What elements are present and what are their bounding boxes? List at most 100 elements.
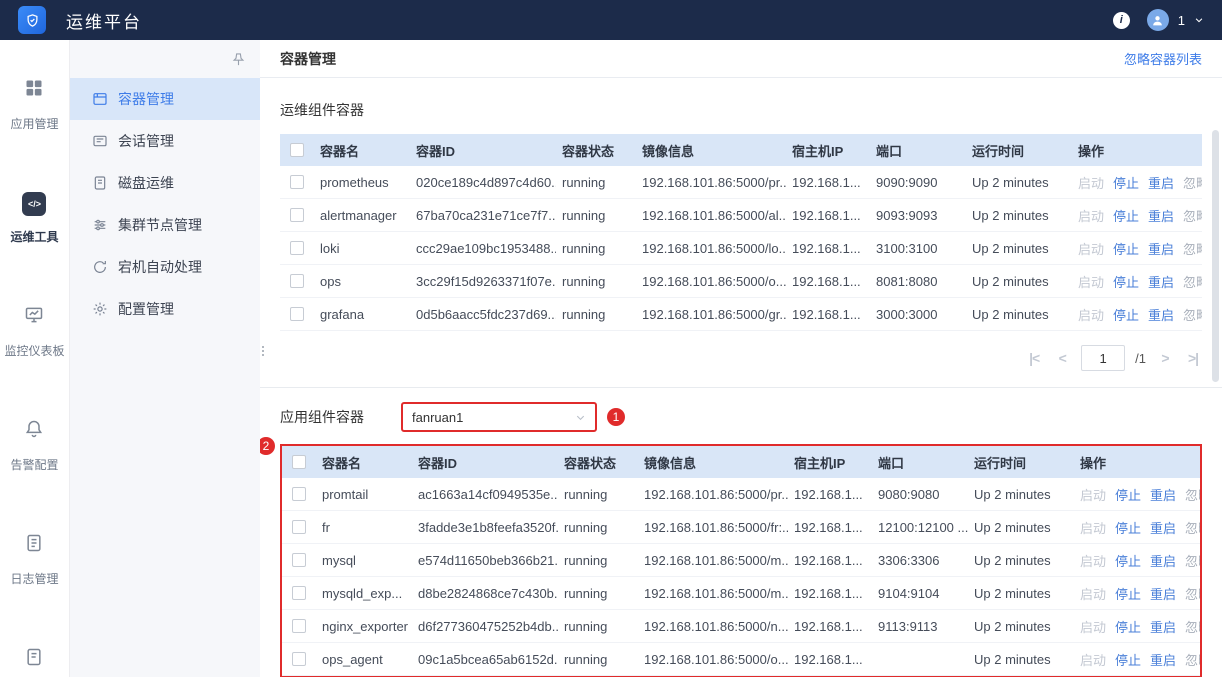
app-components-section: 应用组件容器 fanruan1 1 2 容器名 容器ID 容器状态 镜像信息 宿主机IP…: [260, 402, 1222, 677]
page-input[interactable]: [1081, 345, 1126, 371]
next-page-button[interactable]: >: [1156, 350, 1174, 366]
row-checkbox[interactable]: [292, 619, 306, 633]
action-ignore-link[interactable]: 忽略: [1185, 551, 1200, 570]
action-start-link[interactable]: 启动: [1080, 617, 1106, 636]
cell-id: d8be2824868ce7c430b...: [418, 585, 558, 601]
action-restart-link[interactable]: 重启: [1150, 650, 1176, 669]
submenu-item-cluster-node-management[interactable]: 集群节点管理: [70, 204, 260, 246]
action-restart-link[interactable]: 重启: [1150, 485, 1176, 504]
action-start-link[interactable]: 启动: [1080, 584, 1106, 603]
sidebar-item-log-management[interactable]: 日志管理: [10, 533, 59, 587]
prev-page-button[interactable]: <: [1053, 350, 1071, 366]
cell-id: 020ce189c4d897c4d60...: [416, 174, 556, 190]
action-restart-link[interactable]: 重启: [1148, 239, 1174, 258]
action-ignore-link[interactable]: 忽略: [1183, 239, 1202, 258]
action-restart-link[interactable]: 重启: [1148, 272, 1174, 291]
action-ignore-link[interactable]: 忽略: [1185, 584, 1200, 603]
cell-uptime: Up 2 minutes: [974, 585, 1051, 601]
action-stop-link[interactable]: 停止: [1115, 617, 1141, 636]
sidebar-item-label: 监控仪表板: [4, 344, 65, 358]
row-checkbox[interactable]: [292, 520, 306, 534]
action-ignore-link[interactable]: 忽略: [1183, 272, 1202, 291]
action-stop-link[interactable]: 停止: [1115, 551, 1141, 570]
first-page-button[interactable]: |<: [1025, 350, 1043, 366]
action-ignore-link[interactable]: 忽略: [1183, 305, 1202, 324]
panel-resize-handle[interactable]: [260, 346, 265, 356]
submenu-item-config-management[interactable]: 配置管理: [70, 288, 260, 330]
action-ignore-link[interactable]: 忽略: [1185, 518, 1200, 537]
auto-refresh-icon: [92, 259, 108, 275]
action-start-link[interactable]: 启动: [1078, 272, 1104, 291]
section-title: 运维组件容器: [280, 102, 364, 118]
action-start-link[interactable]: 启动: [1078, 305, 1104, 324]
action-start-link[interactable]: 启动: [1078, 206, 1104, 225]
row-checkbox[interactable]: [290, 274, 304, 288]
action-stop-link[interactable]: 停止: [1113, 206, 1139, 225]
column-header: 运行时间: [972, 143, 1025, 159]
submenu-item-session-management[interactable]: 会话管理: [70, 120, 260, 162]
action-start-link[interactable]: 启动: [1080, 485, 1106, 504]
action-ignore-link[interactable]: 忽略: [1183, 173, 1202, 192]
action-restart-link[interactable]: 重启: [1148, 173, 1174, 192]
action-stop-link[interactable]: 停止: [1115, 650, 1141, 669]
action-ignore-link[interactable]: 忽略: [1183, 206, 1202, 225]
scrollbar-thumb[interactable]: [1212, 130, 1219, 382]
action-stop-link[interactable]: 停止: [1113, 305, 1139, 324]
submenu-item-downtime-auto-handling[interactable]: 宕机自动处理: [70, 246, 260, 288]
select-all-checkbox[interactable]: [290, 143, 304, 157]
sidebar-item-ops-tools[interactable]: </> 运维工具: [10, 192, 59, 245]
page-title: 容器管理: [280, 50, 336, 67]
cell-actions: 启动停止重启忽略: [1072, 206, 1202, 225]
action-restart-link[interactable]: 重启: [1150, 518, 1176, 537]
action-stop-link[interactable]: 停止: [1113, 173, 1139, 192]
action-start-link[interactable]: 启动: [1080, 650, 1106, 669]
submenu-item-container-management[interactable]: 容器管理: [70, 78, 260, 120]
row-checkbox[interactable]: [292, 652, 306, 666]
action-restart-link[interactable]: 重启: [1148, 206, 1174, 225]
info-icon[interactable]: i: [1112, 11, 1130, 29]
sidebar-item-alert-config[interactable]: 告警配置: [10, 419, 59, 473]
action-restart-link[interactable]: 重启: [1150, 584, 1176, 603]
sidebar-item-monitoring-dashboard[interactable]: 监控仪表板: [4, 305, 65, 359]
action-ignore-link[interactable]: 忽略: [1185, 650, 1200, 669]
ignore-container-list-link[interactable]: 忽略容器列表: [1124, 49, 1202, 68]
row-checkbox[interactable]: [292, 487, 306, 501]
chevron-down-icon[interactable]: [1194, 15, 1204, 25]
action-stop-link[interactable]: 停止: [1115, 518, 1141, 537]
action-start-link[interactable]: 启动: [1080, 518, 1106, 537]
action-start-link[interactable]: 启动: [1080, 551, 1106, 570]
action-stop-link[interactable]: 停止: [1113, 272, 1139, 291]
sidebar-item-feedback[interactable]: 问题反馈: [10, 647, 58, 677]
sidebar-item-app-management[interactable]: 应用管理: [10, 78, 59, 132]
cell-status: running: [564, 519, 608, 535]
action-start-link[interactable]: 启动: [1078, 173, 1104, 192]
action-restart-link[interactable]: 重启: [1148, 305, 1174, 324]
sidebar-item-label: 日志管理: [10, 572, 59, 586]
select-all-checkbox[interactable]: [292, 455, 306, 469]
row-checkbox[interactable]: [290, 208, 304, 222]
last-page-button[interactable]: >|: [1184, 350, 1202, 366]
row-checkbox[interactable]: [292, 586, 306, 600]
action-start-link[interactable]: 启动: [1078, 239, 1104, 258]
avatar[interactable]: [1146, 9, 1169, 31]
column-header: 镜像信息: [642, 143, 695, 159]
content-scrollbar[interactable]: [1212, 82, 1219, 673]
table-row: fr 3fadde3e1b8feefa3520f... running 192.168…: [282, 511, 1200, 544]
action-stop-link[interactable]: 停止: [1113, 239, 1139, 258]
app-logo: [18, 6, 46, 34]
sidebar-item-label: 运维工具: [10, 230, 59, 244]
row-checkbox[interactable]: [290, 307, 304, 321]
row-checkbox[interactable]: [290, 241, 304, 255]
action-restart-link[interactable]: 重启: [1150, 551, 1176, 570]
row-checkbox[interactable]: [292, 553, 306, 567]
submenu-item-disk-ops[interactable]: 磁盘运维: [70, 162, 260, 204]
action-restart-link[interactable]: 重启: [1150, 617, 1176, 636]
app-select[interactable]: fanruan1: [401, 402, 597, 432]
action-ignore-link[interactable]: 忽略: [1185, 617, 1200, 636]
action-stop-link[interactable]: 停止: [1115, 584, 1141, 603]
action-stop-link[interactable]: 停止: [1115, 485, 1141, 504]
pin-icon[interactable]: [231, 52, 246, 67]
row-checkbox[interactable]: [290, 175, 304, 189]
cell-image: 192.168.101.86:5000/pr...: [642, 174, 786, 190]
action-ignore-link[interactable]: 忽略: [1185, 485, 1200, 504]
